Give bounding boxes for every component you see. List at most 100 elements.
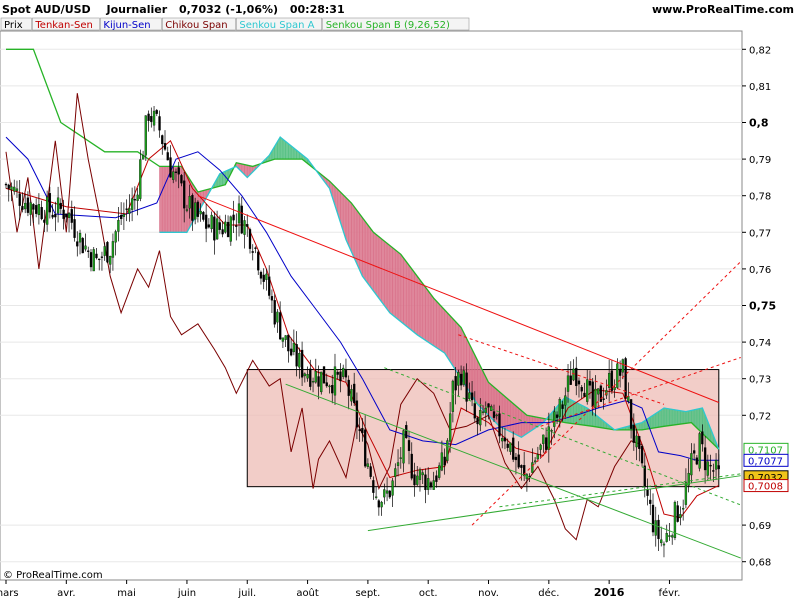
candle-down — [638, 436, 641, 449]
candle-up — [558, 399, 561, 417]
candle-down — [270, 296, 274, 301]
candle-up — [172, 171, 175, 180]
candle-down — [98, 258, 101, 261]
candle-down — [81, 238, 84, 254]
candle-up — [92, 249, 95, 272]
candle-up — [438, 465, 441, 478]
legend-label-3: Chikou Span — [165, 20, 227, 31]
cloud-slice — [674, 409, 678, 426]
y-tick-label-7: 0,75 — [749, 300, 776, 313]
candle-down — [317, 376, 320, 387]
cloud-slice — [425, 286, 429, 343]
candle-up — [276, 311, 279, 323]
candle-up — [311, 381, 315, 383]
candle-down — [624, 358, 627, 399]
cloud-slice — [441, 306, 445, 354]
candle-up — [229, 216, 232, 242]
candle-down — [339, 371, 342, 382]
candle-down — [347, 379, 350, 396]
candle-down — [287, 334, 290, 352]
candle-down — [443, 456, 446, 466]
candle-up — [24, 202, 27, 210]
candle-down — [575, 367, 578, 387]
candle-up — [333, 366, 337, 396]
candle-down — [610, 370, 614, 391]
cloud-slice — [364, 220, 369, 285]
candle-down — [300, 349, 304, 378]
cloud-slice — [501, 393, 506, 430]
candle-up — [84, 245, 87, 250]
candle-up — [706, 461, 709, 476]
x-tick-label-6: sept. — [355, 588, 380, 599]
candle-up — [391, 480, 394, 496]
candle-up — [210, 214, 213, 230]
candle-down — [21, 206, 24, 210]
candle-up — [586, 379, 589, 402]
candle-down — [51, 214, 54, 218]
candle-up — [117, 220, 120, 232]
candle-up — [418, 469, 422, 480]
candle-up — [284, 335, 287, 340]
x-tick-label-2: mai — [117, 588, 136, 599]
cloud-slice — [397, 251, 402, 323]
candle-down — [361, 428, 364, 434]
candle-down — [717, 465, 720, 470]
candle-up — [542, 434, 545, 444]
candle-down — [492, 411, 496, 418]
candle-up — [136, 194, 139, 201]
candle-up — [539, 444, 542, 450]
y-tick-label-3: 0,79 — [749, 155, 771, 166]
candle-down — [629, 399, 633, 429]
candle-down — [257, 251, 260, 271]
candle-down — [413, 474, 416, 486]
cloud-slice — [359, 213, 363, 277]
cloud-slice — [370, 227, 374, 292]
candle-down — [358, 429, 361, 432]
candle-down — [273, 300, 276, 325]
candle-up — [484, 408, 487, 413]
candle-up — [457, 372, 460, 386]
candle-down — [618, 368, 622, 376]
cloud-slice — [422, 282, 426, 341]
cloud-slice — [488, 381, 492, 419]
candle-down — [643, 465, 646, 488]
candle-up — [374, 496, 378, 498]
cloud-slice — [430, 293, 434, 347]
cloud-slice — [682, 410, 687, 425]
candle-down — [221, 229, 224, 235]
candle-down — [470, 392, 474, 401]
site-url[interactable]: www.ProRealTime.com — [652, 3, 794, 16]
candle-up — [188, 196, 191, 209]
x-tick-label-9: déc. — [538, 587, 559, 599]
y-tick-label-1: 0,81 — [749, 82, 771, 93]
candle-up — [679, 513, 682, 518]
cloud-slice — [384, 240, 388, 311]
candle-down — [232, 214, 235, 221]
y-tick-label-11: 0,69 — [749, 521, 771, 532]
candle-down — [89, 252, 93, 268]
candle-up — [298, 353, 301, 368]
candle-up — [383, 489, 386, 498]
cloud-slice — [279, 136, 284, 160]
candle-up — [67, 213, 71, 218]
candle-down — [701, 431, 704, 445]
cloud-slice — [405, 260, 410, 329]
candle-down — [163, 143, 167, 150]
candle-up — [462, 370, 465, 385]
candle-down — [506, 443, 509, 448]
candle-down — [355, 400, 359, 428]
candle-down — [106, 242, 109, 263]
cloud-slice — [362, 216, 366, 281]
candle-down — [251, 251, 254, 253]
cloud-slice — [474, 354, 478, 406]
candle-down — [649, 499, 652, 504]
cloud-slice — [515, 405, 519, 437]
candle-up — [215, 218, 219, 240]
candle-down — [591, 381, 594, 408]
candle-down — [344, 370, 348, 378]
cloud-slice — [658, 409, 662, 428]
candle-down — [692, 450, 696, 454]
candle-up — [10, 186, 13, 190]
candle-down — [544, 437, 548, 450]
candle-down — [65, 213, 68, 218]
